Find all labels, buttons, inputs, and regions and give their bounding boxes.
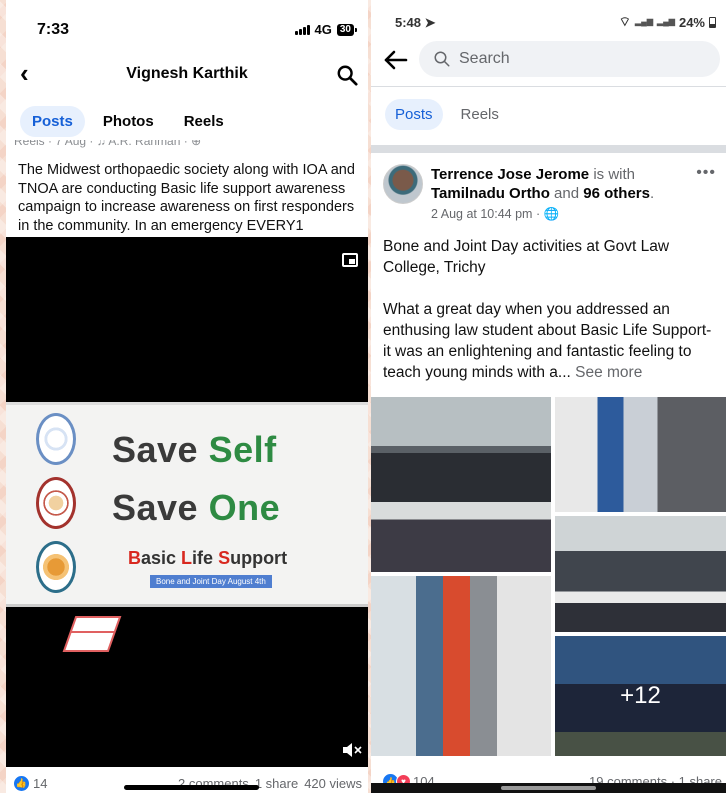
status-time: 5:48 ➤ <box>395 15 436 30</box>
tnoa-logo <box>36 477 76 529</box>
society-logo <box>36 541 76 593</box>
more-options-icon[interactable]: ••• <box>696 164 716 182</box>
battery-icon: 30 <box>336 23 358 36</box>
video-player[interactable]: Save Self Save One Basic Life Support Bo… <box>6 237 368 767</box>
avatar[interactable] <box>383 164 423 204</box>
search-placeholder: Search <box>459 50 510 67</box>
shares-count[interactable]: 1 share <box>255 776 298 791</box>
tab-reels[interactable]: Reels <box>451 99 509 130</box>
post-photo-5[interactable]: +12 <box>555 636 726 756</box>
status-indicators: ⌔ ▂▄▆ ▂▄▆ 24% <box>619 14 716 30</box>
profile-tabs: Posts Reels <box>385 99 509 130</box>
video-banner-frame: Save Self Save One Basic Life Support Bo… <box>6 402 368 607</box>
tab-photos[interactable]: Photos <box>91 106 166 137</box>
profile-header: ‹ Vignesh Karthik <box>6 60 368 90</box>
header-divider <box>371 86 726 87</box>
post-author-line: Terrence Jose Jerome is with Tamilnadu O… <box>431 166 655 202</box>
banner-ribbon: Bone and Joint Day August 4th <box>150 575 272 588</box>
android-nav-bar <box>371 783 726 793</box>
battery-icon <box>709 16 716 28</box>
more-photos-overlay[interactable]: +12 <box>555 636 726 756</box>
post-timestamp: 2 Aug at 10:44 pm · 🌐 <box>431 207 560 221</box>
views-count: 420 views <box>304 776 362 791</box>
section-separator <box>371 145 726 153</box>
search-icon <box>434 51 450 67</box>
signal-icon-2: ▂▄▆ <box>656 17 675 26</box>
banner-line-1: Save Self <box>112 429 277 470</box>
status-bar: 5:48 ➤ ⌔ ▂▄▆ ▂▄▆ 24% <box>371 0 726 36</box>
gesture-pill[interactable] <box>501 786 596 790</box>
signal-icon: ▂▄▆ <box>635 17 653 26</box>
author-name[interactable]: Terrence Jose Jerome <box>431 166 589 183</box>
post-text: Bone and Joint Day activities at Govt La… <box>383 236 720 383</box>
status-time: 7:33 <box>37 21 70 38</box>
tab-posts[interactable]: Posts <box>20 106 85 137</box>
parallelogram-icon <box>62 616 122 652</box>
tagged-page[interactable]: Tamilnadu Ortho <box>431 185 550 202</box>
post-photo-4[interactable] <box>371 576 551 756</box>
page-title: Vignesh Karthik <box>126 65 248 82</box>
mute-icon[interactable] <box>342 741 362 759</box>
like-icon: 👍 <box>14 776 29 791</box>
post-header: Terrence Jose Jerome is with Tamilnadu O… <box>383 164 716 224</box>
post-photo-2[interactable] <box>555 397 726 512</box>
post-photo-3[interactable] <box>555 516 726 632</box>
tagged-others[interactable]: 96 others <box>583 185 650 202</box>
network-type: 4G <box>314 22 332 37</box>
search-input[interactable]: Search <box>419 41 720 77</box>
picture-in-picture-icon[interactable] <box>342 253 358 267</box>
profile-tabs: Posts Photos Reels <box>20 106 236 137</box>
ioa-logo <box>36 413 76 465</box>
battery-level: 24% <box>678 14 705 30</box>
banner-line-2: Save One <box>112 487 281 528</box>
search-header: Search <box>371 41 726 81</box>
wifi-icon: ⌔ <box>618 14 631 29</box>
search-icon[interactable] <box>336 64 358 86</box>
logo-column <box>36 413 76 593</box>
banner-subtitle: Basic Life Support <box>128 548 288 568</box>
likes-count[interactable]: 👍 14 <box>14 776 47 791</box>
signal-icon <box>294 24 310 35</box>
post-meta-text: Reels · 7 Aug · ♫ A.R. Rahman · ⊕ <box>14 140 202 148</box>
post-text-line-2: What a great day when you addressed an e… <box>383 301 712 381</box>
globe-icon: 🌐 <box>543 207 560 221</box>
left-screenshot-ios: 7:33 4G 30 ‹ Vignesh Karthik Posts Photo… <box>6 0 368 793</box>
post-photo-1[interactable] <box>371 397 551 572</box>
post-meta: Reels · 7 Aug · ♫ A.R. Rahman · ⊕ <box>14 140 360 154</box>
back-arrow-icon[interactable] <box>383 47 409 73</box>
tab-posts[interactable]: Posts <box>385 99 443 130</box>
tab-reels[interactable]: Reels <box>172 106 236 137</box>
status-bar: 7:33 4G 30 <box>6 0 368 52</box>
see-more-link[interactable]: See more <box>571 364 642 381</box>
home-indicator[interactable] <box>124 785 259 790</box>
right-screenshot-android: 5:48 ➤ ⌔ ▂▄▆ ▂▄▆ 24% Search Posts Reels <box>371 0 726 793</box>
post-text-line-1: Bone and Joint Day activities at Govt La… <box>383 238 670 276</box>
status-indicators: 4G 30 <box>294 22 358 37</box>
